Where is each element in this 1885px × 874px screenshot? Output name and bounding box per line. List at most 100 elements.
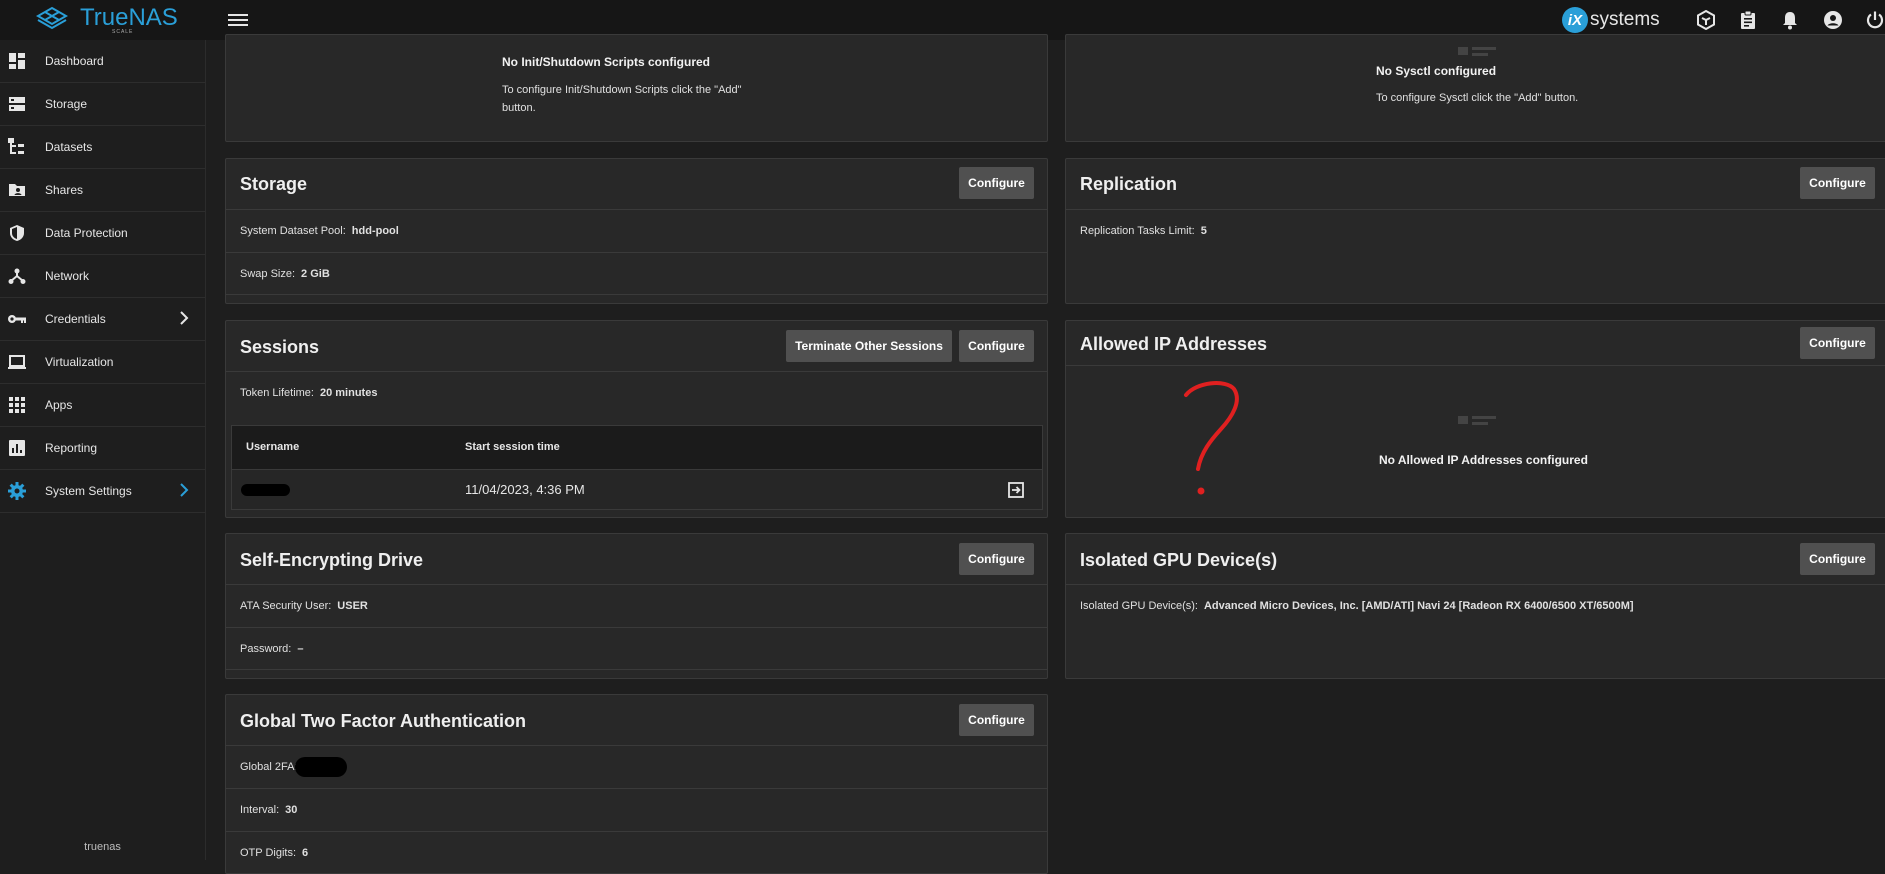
replication-card: Replication Configure Replication Tasks … — [1065, 158, 1885, 304]
global-2fa-row: Global 2FA: — [226, 745, 1047, 788]
network-icon — [0, 267, 45, 285]
field-value: 5 — [1200, 225, 1207, 237]
sed-configure-button[interactable]: Configure — [959, 543, 1034, 575]
sessions-table-header: Username Start session time — [231, 425, 1043, 470]
allowed-ip-configure-button[interactable]: Configure — [1800, 327, 1875, 359]
shares-icon — [0, 181, 45, 199]
sidebar-item-credentials[interactable]: Credentials — [0, 298, 205, 341]
init-shutdown-scripts-card: No Init/Shutdown Scripts configured To c… — [225, 34, 1048, 142]
card-title: Global Two Factor Authentication — [240, 711, 526, 731]
card-title: Sessions — [240, 337, 320, 357]
card-title: Replication — [1080, 174, 1178, 194]
empty-state-text: To configure Init/Shutdown Scripts click… — [502, 84, 742, 114]
sessions-configure-button[interactable]: Configure — [959, 330, 1034, 362]
ixsystems-logo[interactable]: iX systems — [1562, 7, 1660, 33]
field-value: Advanced Micro Devices, Inc. [AMD/ATI] N… — [1203, 600, 1634, 612]
sidebar-item-label: Datasets — [45, 140, 93, 154]
dashboard-icon — [0, 52, 45, 70]
storage-configure-button[interactable]: Configure — [959, 167, 1034, 199]
empty-state-text: To configure Sysctl click the "Add" butt… — [1376, 92, 1579, 104]
sidebar-item-system-settings[interactable]: System Settings — [0, 470, 205, 513]
replication-configure-button[interactable]: Configure — [1800, 167, 1875, 199]
sessions-card: Sessions Terminate Other Sessions Config… — [225, 320, 1048, 518]
sidebar-item-storage[interactable]: Storage — [0, 83, 205, 126]
field-label: Global 2FA: — [240, 761, 298, 773]
replication-tasks-limit-row: Replication Tasks Limit: 5 — [1066, 209, 1885, 252]
empty-state-title: No Allowed IP Addresses configured — [1379, 453, 1588, 467]
laptop-icon — [0, 353, 45, 371]
ix-mark: iX — [1562, 7, 1588, 33]
field-label: Isolated GPU Device(s): — [1080, 600, 1198, 612]
redacted-username — [241, 484, 290, 496]
sidebar-item-label: Storage — [45, 97, 88, 111]
column-header-username: Username — [246, 441, 300, 453]
card-title: Isolated GPU Device(s) — [1080, 550, 1278, 570]
empty-state-title: No Init/Shutdown Scripts configured — [502, 55, 710, 69]
gpu-configure-button[interactable]: Configure — [1800, 543, 1875, 575]
storage-icon — [0, 95, 45, 113]
table-row: 11/04/2023, 4:36 PM — [231, 470, 1043, 510]
divider — [1066, 365, 1885, 366]
reporting-icon — [0, 439, 45, 457]
logo-subtext: SCALE — [112, 29, 134, 35]
sidebar-item-dashboard[interactable]: Dashboard — [0, 40, 205, 83]
clipboard-icon[interactable] — [1737, 9, 1759, 31]
field-value: 6 — [302, 847, 309, 859]
field-label: Replication Tasks Limit: — [1080, 225, 1195, 237]
chevron-right-icon — [180, 483, 189, 497]
key-icon — [0, 310, 45, 328]
allowed-ip-addresses-card: Allowed IP Addresses Configure No Allowe… — [1065, 320, 1885, 518]
logout-icon[interactable] — [1007, 481, 1025, 499]
bell-icon[interactable] — [1779, 9, 1801, 31]
sidebar-item-network[interactable]: Network — [0, 255, 205, 298]
truenas-logo[interactable]: TrueNAS SCALE — [32, 4, 178, 36]
sidebar-item-label: Reporting — [45, 441, 98, 455]
system-dataset-pool-row: System Dataset Pool: hdd-pool — [226, 209, 1047, 252]
empty-state-title: No Sysctl configured — [1376, 64, 1497, 78]
field-value: hdd-pool — [351, 225, 399, 237]
apps-icon — [0, 396, 45, 414]
field-label: ATA Security User: — [240, 600, 332, 612]
shield-icon — [0, 224, 45, 242]
datasets-icon — [0, 138, 45, 156]
sidebar-item-datasets[interactable]: Datasets — [0, 126, 205, 169]
card-title: Allowed IP Addresses — [1080, 334, 1268, 354]
sidebar-item-label: Data Protection — [45, 226, 128, 240]
field-value: – — [297, 642, 304, 655]
sidebar-item-reporting[interactable]: Reporting — [0, 427, 205, 470]
ix-wordmark: systems — [1590, 9, 1660, 30]
red-question-mark-annotation — [1184, 381, 1239, 495]
sidebar-item-data-protection[interactable]: Data Protection — [0, 212, 205, 255]
field-value: USER — [337, 600, 368, 612]
sidebar-item-label: Shares — [45, 183, 84, 197]
field-value: 20 minutes — [319, 387, 378, 399]
sidebar-item-virtualization[interactable]: Virtualization — [0, 341, 205, 384]
field-label: Token Lifetime: — [240, 387, 314, 399]
field-label: OTP Digits: — [240, 847, 297, 859]
column-header-start-time: Start session time — [465, 441, 560, 453]
sidebar-item-label: Dashboard — [45, 54, 104, 68]
isolated-gpu-devices-row: Isolated GPU Device(s): Advanced Micro D… — [1066, 584, 1885, 627]
swap-size-row: Swap Size: 2 GiB — [226, 252, 1047, 295]
isolated-gpu-devices-card: Isolated GPU Device(s) Configure Isolate… — [1065, 533, 1885, 679]
otp-digits-row: OTP Digits: 6 — [226, 831, 1047, 874]
power-icon[interactable] — [1864, 9, 1885, 31]
global-two-factor-authentication-card: Global Two Factor Authentication Configu… — [225, 694, 1048, 874]
menu-toggle-button[interactable] — [228, 11, 248, 29]
field-value: 30 — [285, 804, 298, 816]
sidebar-item-label: System Settings — [45, 484, 132, 498]
sidebar-item-shares[interactable]: Shares — [0, 169, 205, 212]
sidebar-item-label: Virtualization — [45, 355, 114, 369]
card-title: Storage — [240, 174, 308, 194]
empty-list-icon — [1458, 47, 1496, 56]
twofa-configure-button[interactable]: Configure — [959, 704, 1034, 736]
logo-text: TrueNAS — [80, 4, 178, 31]
sidebar-item-apps[interactable]: Apps — [0, 384, 205, 427]
truenas-logo-mark-icon — [35, 6, 69, 30]
account-icon[interactable] — [1822, 9, 1844, 31]
field-label: Swap Size: — [240, 267, 296, 280]
terminate-other-sessions-button[interactable]: Terminate Other Sessions — [786, 330, 952, 362]
field-label: Password: — [240, 642, 292, 655]
field-label: Interval: — [240, 804, 280, 816]
truecommand-icon[interactable] — [1695, 9, 1717, 31]
